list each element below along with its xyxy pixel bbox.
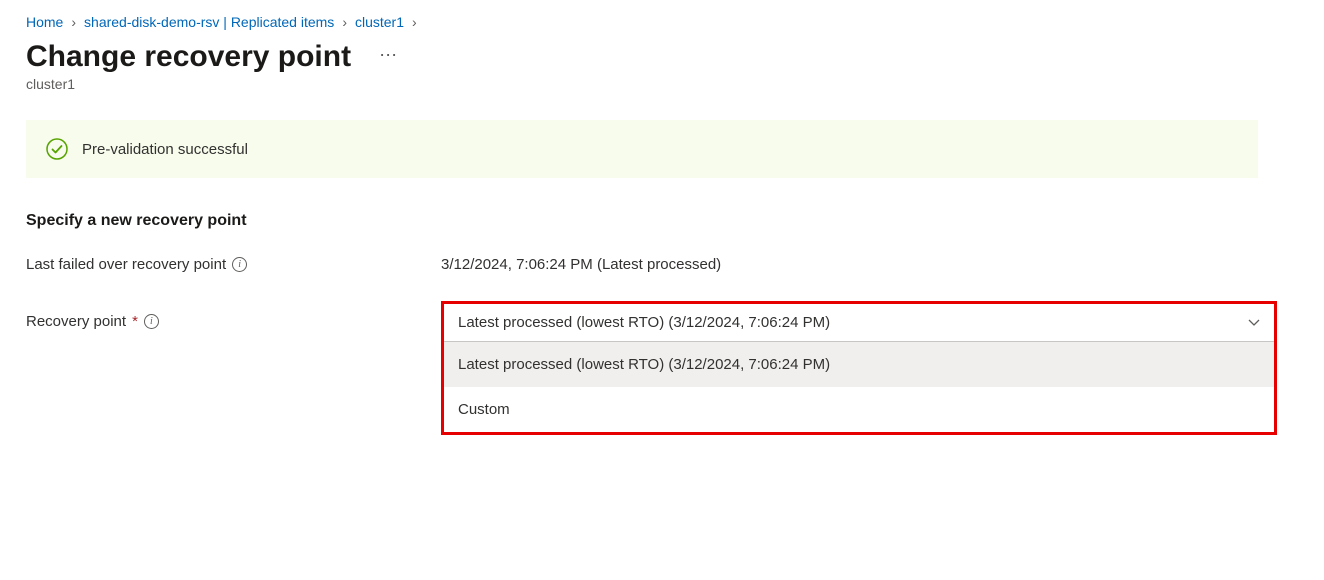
- breadcrumb: Home › shared-disk-demo-rsv | Replicated…: [26, 14, 1298, 30]
- breadcrumb-home[interactable]: Home: [26, 14, 63, 30]
- chevron-right-icon: ›: [412, 14, 417, 30]
- last-failed-over-value: 3/12/2024, 7:06:24 PM (Latest processed): [441, 256, 721, 273]
- dropdown-selected-value: Latest processed (lowest RTO) (3/12/2024…: [458, 314, 830, 331]
- last-failed-over-row: Last failed over recovery point i 3/12/2…: [26, 256, 1298, 273]
- dropdown-option-latest-processed[interactable]: Latest processed (lowest RTO) (3/12/2024…: [444, 342, 1274, 387]
- more-actions-icon[interactable]: ⋯: [379, 45, 399, 72]
- page-subtitle: cluster1: [26, 76, 1298, 92]
- chevron-right-icon: ›: [342, 14, 347, 30]
- page-title: Change recovery point: [26, 40, 351, 74]
- section-heading: Specify a new recovery point: [26, 212, 1298, 230]
- chevron-right-icon: ›: [71, 14, 76, 30]
- breadcrumb-cluster1[interactable]: cluster1: [355, 14, 404, 30]
- label-text: Recovery point: [26, 313, 126, 330]
- chevron-down-icon: [1248, 314, 1260, 331]
- last-failed-over-label: Last failed over recovery point i: [26, 256, 441, 273]
- recovery-point-dropdown-container: Latest processed (lowest RTO) (3/12/2024…: [441, 301, 1277, 435]
- info-icon[interactable]: i: [232, 257, 247, 272]
- recovery-point-label: Recovery point * i: [26, 301, 441, 330]
- dropdown-option-custom[interactable]: Custom: [444, 387, 1274, 432]
- success-check-icon: [46, 138, 68, 160]
- recovery-point-row: Recovery point * i Latest processed (low…: [26, 301, 1298, 435]
- breadcrumb-replicated-items[interactable]: shared-disk-demo-rsv | Replicated items: [84, 14, 334, 30]
- page-header: Change recovery point ⋯: [26, 40, 1298, 76]
- label-text: Last failed over recovery point: [26, 256, 226, 273]
- validation-message: Pre-validation successful: [82, 141, 248, 158]
- info-icon[interactable]: i: [144, 314, 159, 329]
- recovery-point-dropdown[interactable]: Latest processed (lowest RTO) (3/12/2024…: [444, 304, 1274, 342]
- validation-banner: Pre-validation successful: [26, 120, 1258, 178]
- required-asterisk: *: [132, 313, 138, 330]
